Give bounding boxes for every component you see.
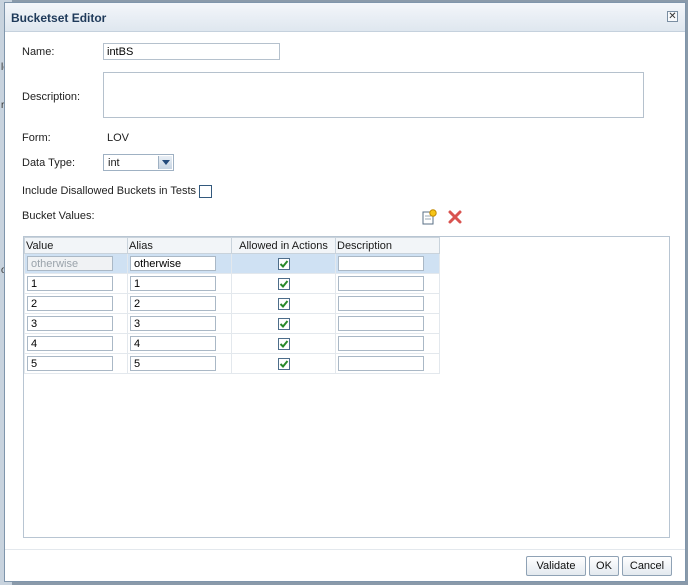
column-header-value[interactable]: Value [24, 237, 128, 254]
allowed-cell [231, 353, 336, 374]
name-field[interactable] [103, 43, 280, 60]
allowed-checkbox[interactable] [277, 317, 290, 330]
table-row[interactable] [24, 273, 440, 294]
checkmark-icon [279, 279, 288, 288]
dialog-titlebar: Bucketset Editor ✕ [5, 3, 685, 32]
value-cell [24, 253, 128, 274]
include-disallowed-checkbox[interactable] [199, 185, 212, 198]
value-input[interactable] [27, 296, 113, 311]
allowed-checkbox[interactable] [277, 297, 290, 310]
allowed-cell [231, 313, 336, 334]
description-field[interactable] [103, 72, 644, 118]
table-row[interactable] [24, 293, 440, 314]
alias-input[interactable] [130, 256, 216, 271]
value-input [27, 256, 113, 271]
column-header-description[interactable]: Description [335, 237, 440, 254]
cancel-button[interactable]: Cancel [622, 556, 672, 576]
checkmark-icon [279, 299, 288, 308]
column-header-allowed[interactable]: Allowed in Actions [231, 237, 336, 254]
alias-cell [127, 313, 232, 334]
checkmark-icon [279, 359, 288, 368]
value-input[interactable] [27, 276, 113, 291]
chevron-down-icon[interactable] [158, 156, 172, 169]
checkmark-icon [279, 339, 288, 348]
description-cell [335, 293, 440, 314]
description-cell [335, 313, 440, 334]
allowed-checkbox[interactable] [277, 337, 290, 350]
allowed-cell [231, 293, 336, 314]
description-input[interactable] [338, 296, 424, 311]
ok-button[interactable]: OK [589, 556, 619, 576]
value-input[interactable] [27, 356, 113, 371]
datatype-selected-value: int [108, 157, 120, 169]
checkmark-icon [279, 259, 288, 268]
description-label: Description: [22, 91, 81, 103]
table-row[interactable] [24, 353, 440, 374]
value-input[interactable] [27, 336, 113, 351]
alias-cell [127, 253, 232, 274]
dialog-title: Bucketset Editor [11, 11, 107, 25]
datatype-select[interactable]: int [103, 154, 174, 171]
allowed-checkbox[interactable] [277, 357, 290, 370]
value-input[interactable] [27, 316, 113, 331]
form-label: Form: [22, 132, 51, 144]
bucket-values-table: Value Alias Allowed in Actions Descripti… [23, 236, 670, 538]
value-cell [24, 333, 128, 354]
alias-cell [127, 333, 232, 354]
checkmark-icon [279, 319, 288, 328]
description-cell [335, 333, 440, 354]
value-cell [24, 273, 128, 294]
description-cell [335, 253, 440, 274]
description-input[interactable] [338, 276, 424, 291]
description-cell [335, 353, 440, 374]
allowed-cell [231, 333, 336, 354]
alias-input[interactable] [130, 276, 216, 291]
name-label: Name: [22, 46, 55, 58]
footer-divider [5, 549, 685, 550]
close-icon[interactable]: ✕ [667, 11, 678, 22]
description-input[interactable] [338, 316, 424, 331]
table-header-row: Value Alias Allowed in Actions Descripti… [24, 237, 440, 254]
allowed-cell [231, 253, 336, 274]
allowed-cell [231, 273, 336, 294]
description-input[interactable] [338, 356, 424, 371]
description-cell [335, 273, 440, 294]
column-header-alias[interactable]: Alias [127, 237, 232, 254]
allowed-checkbox[interactable] [277, 257, 290, 270]
alias-cell [127, 293, 232, 314]
add-bucket-icon[interactable] [421, 209, 437, 225]
alias-input[interactable] [130, 336, 216, 351]
include-disallowed-label: Include Disallowed Buckets in Tests [22, 185, 197, 197]
datatype-label: Data Type: [22, 157, 75, 169]
description-input[interactable] [338, 336, 424, 351]
alias-cell [127, 273, 232, 294]
value-cell [24, 313, 128, 334]
bucketset-editor-dialog: Bucketset Editor ✕ Name: Description: Fo… [4, 2, 686, 582]
table-row[interactable] [24, 313, 440, 334]
value-cell [24, 293, 128, 314]
allowed-checkbox[interactable] [277, 277, 290, 290]
table-row[interactable] [24, 253, 440, 274]
alias-input[interactable] [130, 316, 216, 331]
alias-cell [127, 353, 232, 374]
validate-button[interactable]: Validate [526, 556, 586, 576]
delete-bucket-icon[interactable] [447, 209, 463, 225]
bucket-values-label: Bucket Values: [22, 210, 95, 222]
table-row[interactable] [24, 333, 440, 354]
description-input[interactable] [338, 256, 424, 271]
form-value: LOV [107, 132, 130, 144]
alias-input[interactable] [130, 356, 216, 371]
alias-input[interactable] [130, 296, 216, 311]
value-cell [24, 353, 128, 374]
